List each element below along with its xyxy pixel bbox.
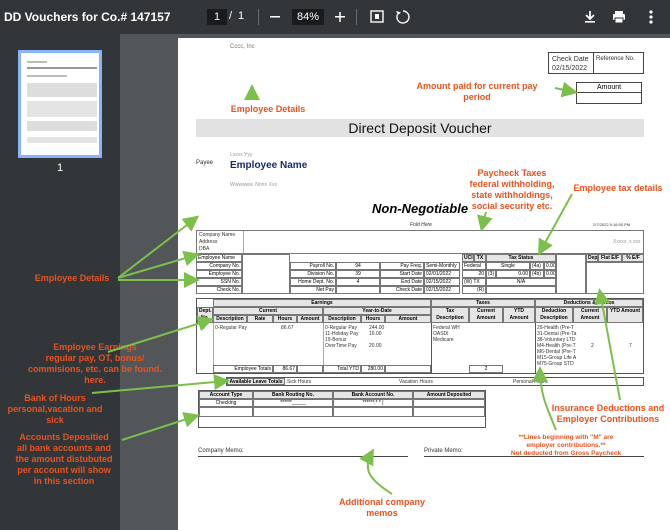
- fit-page-icon: [370, 10, 384, 23]
- company-info-block: Company Name Address DBA Xxxxx, x xxx: [196, 230, 644, 254]
- private-memo-label: Private Memo:: [424, 448, 463, 454]
- document-title: DD Vouchers for Co.# 147157: [4, 10, 171, 24]
- toolbar-divider: [356, 9, 357, 25]
- rotate-icon: [396, 10, 410, 24]
- payee-label: Payee: [196, 160, 214, 166]
- annotation-bank-hours: Bank of Hours personal,vacation and sick: [7, 393, 103, 425]
- annotation-amount-paid: Amount paid for current pay period: [416, 81, 538, 102]
- download-icon: [585, 11, 595, 23]
- viewer-toolbar: DD Vouchers for Co.# 147157 1 / 1 84%: [0, 0, 670, 34]
- leave-totals-row: Available Leave Totals Sick Hours Vacati…: [226, 377, 644, 386]
- company-memo-label: Company Memo:: [198, 448, 244, 454]
- payee-blurred-bottom: Wwwwww, Nnnn Xxx: [230, 182, 277, 188]
- annotation-employee-earnings: Employee Earnings regular pay, OT, bonus…: [27, 342, 163, 385]
- voucher-heading: Direct Deposit Voucher: [196, 119, 644, 137]
- annotation-employee-details-top: Employee Details: [230, 104, 306, 114]
- page-number-input[interactable]: 1: [207, 9, 227, 25]
- annotation-lines-m: **Lines beginning with "M" are employer …: [510, 434, 622, 457]
- page-separator: /: [229, 10, 233, 22]
- earnings-table: Earnings Taxes Deductions & Memos Curren…: [196, 298, 644, 374]
- zoom-out-button[interactable]: [264, 6, 286, 28]
- more-vert-icon: [649, 10, 653, 24]
- check-date-box: Check Date 02/15/2022 Reference No.: [548, 52, 644, 74]
- employee-info-table: Employee Name Company No. Employee No. S…: [196, 254, 644, 294]
- page-thumbnail[interactable]: [18, 50, 102, 158]
- accounts-table: Account Type Bank Routing No. Bank Accou…: [198, 390, 486, 428]
- annotation-insurance: Insurance Deductions and Employer Contri…: [551, 403, 665, 424]
- thumbnail-page-number: 1: [56, 162, 64, 174]
- amount-box: Amount: [576, 82, 642, 104]
- payee-blurred-top: Lxxxx Yyy: [230, 152, 253, 158]
- company-name-blurred: Cccc, Inc: [230, 44, 255, 50]
- employee-name: Employee Name: [230, 160, 308, 171]
- print-button[interactable]: [608, 6, 630, 28]
- non-negotiable-label: Non-Negotiable: [372, 201, 469, 216]
- annotation-accounts-deposited: Accounts Depositied all bank accounts an…: [15, 432, 113, 486]
- zoom-in-button[interactable]: [329, 6, 351, 28]
- annotation-paycheck-taxes: Paycheck Taxes federal withholding, stat…: [469, 168, 555, 211]
- fit-page-button[interactable]: [366, 6, 388, 28]
- annotation-employee-tax: Employee tax details: [573, 183, 663, 193]
- zoom-input[interactable]: 84%: [292, 9, 324, 25]
- download-button[interactable]: [579, 6, 601, 28]
- page-total: 1: [238, 10, 245, 22]
- plus-icon: [335, 12, 345, 22]
- print-icon: [613, 11, 625, 24]
- toolbar-divider: [258, 9, 259, 25]
- annotation-employee-details-left: Employee Details: [34, 273, 110, 283]
- rotate-button[interactable]: [392, 6, 414, 28]
- fold-here-label: Fold Here: [410, 222, 432, 228]
- more-actions-button[interactable]: [640, 6, 662, 28]
- print-stamp: 2/7/2022 5:16:00 PM: [593, 222, 631, 227]
- annotation-company-memos: Additional company memos: [338, 497, 425, 518]
- minus-icon: [270, 16, 280, 18]
